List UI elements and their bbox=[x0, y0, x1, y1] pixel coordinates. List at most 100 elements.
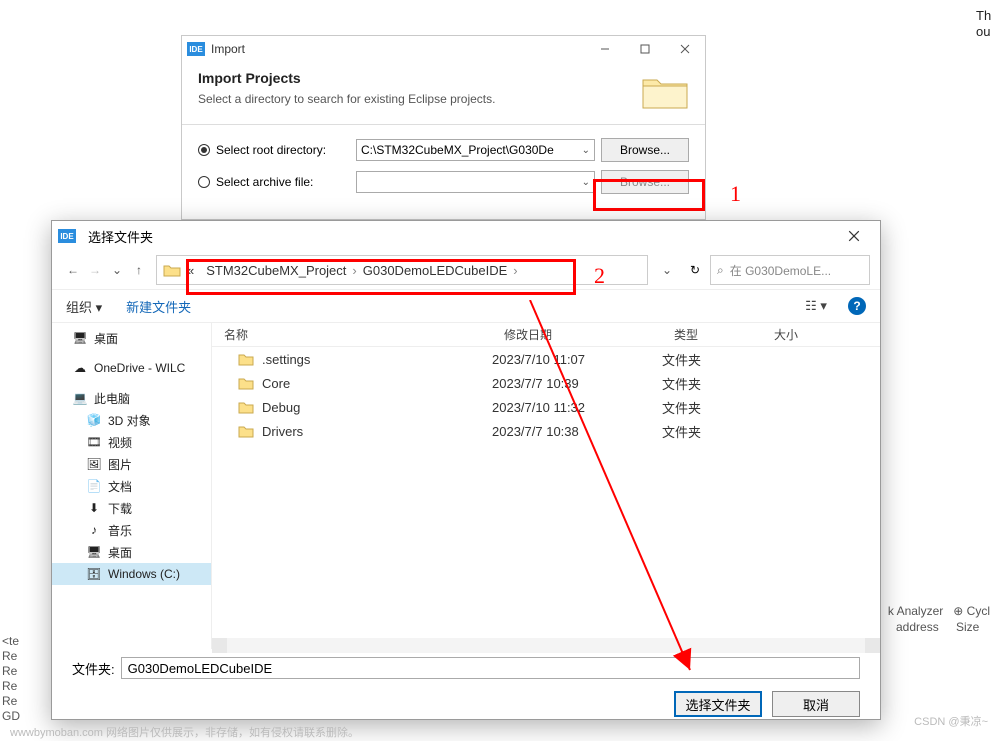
col-name[interactable]: 名称 bbox=[212, 326, 492, 343]
import-subheading: Select a directory to search for existin… bbox=[198, 92, 641, 106]
browser-navbar: ← → ⌄ ↑ « STM32CubeMX_Project › G030Demo… bbox=[52, 251, 880, 289]
window-controls bbox=[585, 36, 705, 62]
file-list[interactable]: 名称 修改日期 类型 大小 .settings2023/7/10 11:07文件… bbox=[212, 323, 880, 649]
nav-back-button[interactable]: ← bbox=[62, 263, 84, 277]
annotation-2: 2 bbox=[594, 263, 605, 289]
nav-history-button[interactable]: ⌄ bbox=[106, 263, 128, 277]
col-address: address bbox=[896, 620, 956, 634]
col-date[interactable]: 修改日期 bbox=[492, 326, 662, 343]
tree-item[interactable]: 🧊 3D 对象 bbox=[52, 409, 211, 431]
desktop-icon: 🖥 bbox=[86, 544, 102, 560]
tree-item-label: 3D 对象 bbox=[108, 412, 151, 429]
new-folder-button[interactable]: 新建文件夹 bbox=[126, 297, 191, 316]
import-title: Import bbox=[211, 42, 245, 56]
chevron-right-icon[interactable]: › bbox=[507, 263, 523, 278]
annotation-1: 1 bbox=[730, 181, 741, 207]
folder-icon bbox=[641, 72, 689, 112]
chevron-down-icon[interactable]: ⌄ bbox=[582, 177, 590, 188]
close-button[interactable] bbox=[665, 36, 705, 62]
tree-item[interactable]: ☁ OneDrive - WILC bbox=[52, 357, 211, 379]
browser-toolbar: 组织 ▾ 新建文件夹 ☷ ▾ ? bbox=[52, 289, 880, 323]
side-note: Th ou bbox=[976, 8, 991, 40]
col-type[interactable]: 类型 bbox=[662, 326, 762, 343]
select-folder-button[interactable]: 选择文件夹 bbox=[674, 691, 762, 717]
file-name: Debug bbox=[212, 400, 492, 415]
video-icon: 🎞 bbox=[86, 434, 102, 450]
tree-item[interactable]: 🖼 图片 bbox=[52, 453, 211, 475]
tree-item[interactable]: 🎞视频 bbox=[52, 431, 211, 453]
file-date: 2023/7/10 11:32 bbox=[492, 400, 662, 415]
pic-icon: 🖼 bbox=[86, 456, 102, 472]
browser-bottom: 文件夹: 选择文件夹 取消 bbox=[52, 649, 880, 719]
tree-item[interactable]: ♪音乐 bbox=[52, 519, 211, 541]
chevron-right-icon[interactable]: › bbox=[346, 263, 362, 278]
file-header[interactable]: 名称 修改日期 类型 大小 bbox=[212, 323, 880, 347]
file-type: 文件夹 bbox=[662, 350, 762, 369]
tree-item[interactable]: ⬇ 下载 bbox=[52, 497, 211, 519]
address-dropdown[interactable]: ⌄ bbox=[654, 263, 680, 277]
file-row[interactable]: Core2023/7/7 10:39文件夹 bbox=[212, 371, 880, 395]
music-icon: ♪ bbox=[86, 522, 102, 538]
tree-item-label: 图片 bbox=[108, 456, 132, 473]
tree-item[interactable]: 💻此电脑 bbox=[52, 387, 211, 409]
import-dialog: IDE Import Import Projects Select a dire… bbox=[181, 35, 706, 220]
address-bar[interactable]: « STM32CubeMX_Project › G030DemoLEDCubeI… bbox=[156, 255, 648, 285]
close-button[interactable] bbox=[834, 230, 874, 242]
crumb-2[interactable]: G030DemoLEDCubeIDE bbox=[363, 263, 508, 278]
browse-root-button[interactable]: Browse... bbox=[601, 138, 689, 162]
tree-item-label: 此电脑 bbox=[94, 390, 130, 407]
cloud-icon: ☁ bbox=[72, 360, 88, 376]
import-heading: Import Projects bbox=[198, 70, 641, 86]
archive-row: Select archive file: ⌄ Browse... bbox=[198, 167, 689, 197]
archive-radio[interactable] bbox=[198, 176, 210, 188]
dl-icon: ⬇ bbox=[86, 500, 102, 516]
cancel-button[interactable]: 取消 bbox=[772, 691, 860, 717]
tree-item-label: OneDrive - WILC bbox=[94, 361, 185, 375]
file-row[interactable]: .settings2023/7/10 11:07文件夹 bbox=[212, 347, 880, 371]
tree-item[interactable]: 🗄Windows (C:) bbox=[52, 563, 211, 585]
crumb-1[interactable]: STM32CubeMX_Project bbox=[206, 263, 346, 278]
organize-button[interactable]: 组织 ▾ bbox=[66, 297, 102, 316]
tree-item[interactable]: 📄文档 bbox=[52, 475, 211, 497]
tree-item[interactable]: 🖥桌面 bbox=[52, 327, 211, 349]
ide-icon: IDE bbox=[58, 229, 76, 243]
root-dir-radio[interactable] bbox=[198, 144, 210, 156]
import-titlebar[interactable]: IDE Import bbox=[182, 36, 705, 62]
file-name: Core bbox=[212, 376, 492, 391]
minimize-button[interactable] bbox=[585, 36, 625, 62]
crumb-prefix[interactable]: « bbox=[187, 263, 194, 278]
col-size[interactable]: 大小 bbox=[762, 326, 880, 343]
tab-analyzer[interactable]: k Analyzer bbox=[888, 604, 943, 618]
file-type: 文件夹 bbox=[662, 422, 762, 441]
view-options-button[interactable]: ☷ ▾ bbox=[796, 294, 836, 318]
root-dir-input[interactable]: C:\STM32CubeMX_Project\G030De⌄ bbox=[356, 139, 595, 161]
browser-titlebar[interactable]: IDE 选择文件夹 bbox=[52, 221, 880, 251]
folder-tree[interactable]: 🖥桌面 ☁ OneDrive - WILC 💻此电脑 🧊 3D 对象 🎞视频 🖼 图片 📄文档 ⬇ 下… bbox=[52, 323, 212, 649]
tab-cycl[interactable]: ⊕ Cycl bbox=[953, 604, 990, 618]
watermark: wwwbymoban.com 网络图片仅供展示，非存储，如有侵权请联系删除。 bbox=[10, 724, 359, 740]
ide-icon: IDE bbox=[187, 42, 205, 56]
search-input[interactable]: ⌕ 在 G030DemoLE... bbox=[710, 255, 870, 285]
3d-icon: 🧊 bbox=[86, 412, 102, 428]
browse-archive-button: Browse... bbox=[601, 170, 689, 194]
tree-item-label: 文档 bbox=[108, 478, 132, 495]
search-icon: ⌕ bbox=[717, 263, 724, 278]
import-header: Import Projects Select a directory to se… bbox=[182, 62, 705, 124]
tree-item[interactable]: 🖥桌面 bbox=[52, 541, 211, 563]
root-dir-label: Select root directory: bbox=[216, 143, 356, 157]
csdn-credit: CSDN @秉凉~ bbox=[914, 713, 988, 729]
archive-label: Select archive file: bbox=[216, 175, 356, 189]
nav-up-button[interactable]: ↑ bbox=[128, 263, 150, 277]
file-date: 2023/7/10 11:07 bbox=[492, 352, 662, 367]
disk-icon: 🗄 bbox=[86, 566, 102, 582]
file-type: 文件夹 bbox=[662, 398, 762, 417]
chevron-down-icon[interactable]: ⌄ bbox=[582, 145, 590, 156]
help-button[interactable]: ? bbox=[848, 297, 866, 315]
file-row[interactable]: Debug2023/7/10 11:32文件夹 bbox=[212, 395, 880, 419]
tree-item-label: 下载 bbox=[108, 500, 132, 517]
maximize-button[interactable] bbox=[625, 36, 665, 62]
refresh-button[interactable]: ↻ bbox=[680, 255, 710, 285]
file-row[interactable]: Drivers2023/7/7 10:38文件夹 bbox=[212, 419, 880, 443]
folder-name-input[interactable] bbox=[121, 657, 860, 679]
archive-input[interactable]: ⌄ bbox=[356, 171, 595, 193]
